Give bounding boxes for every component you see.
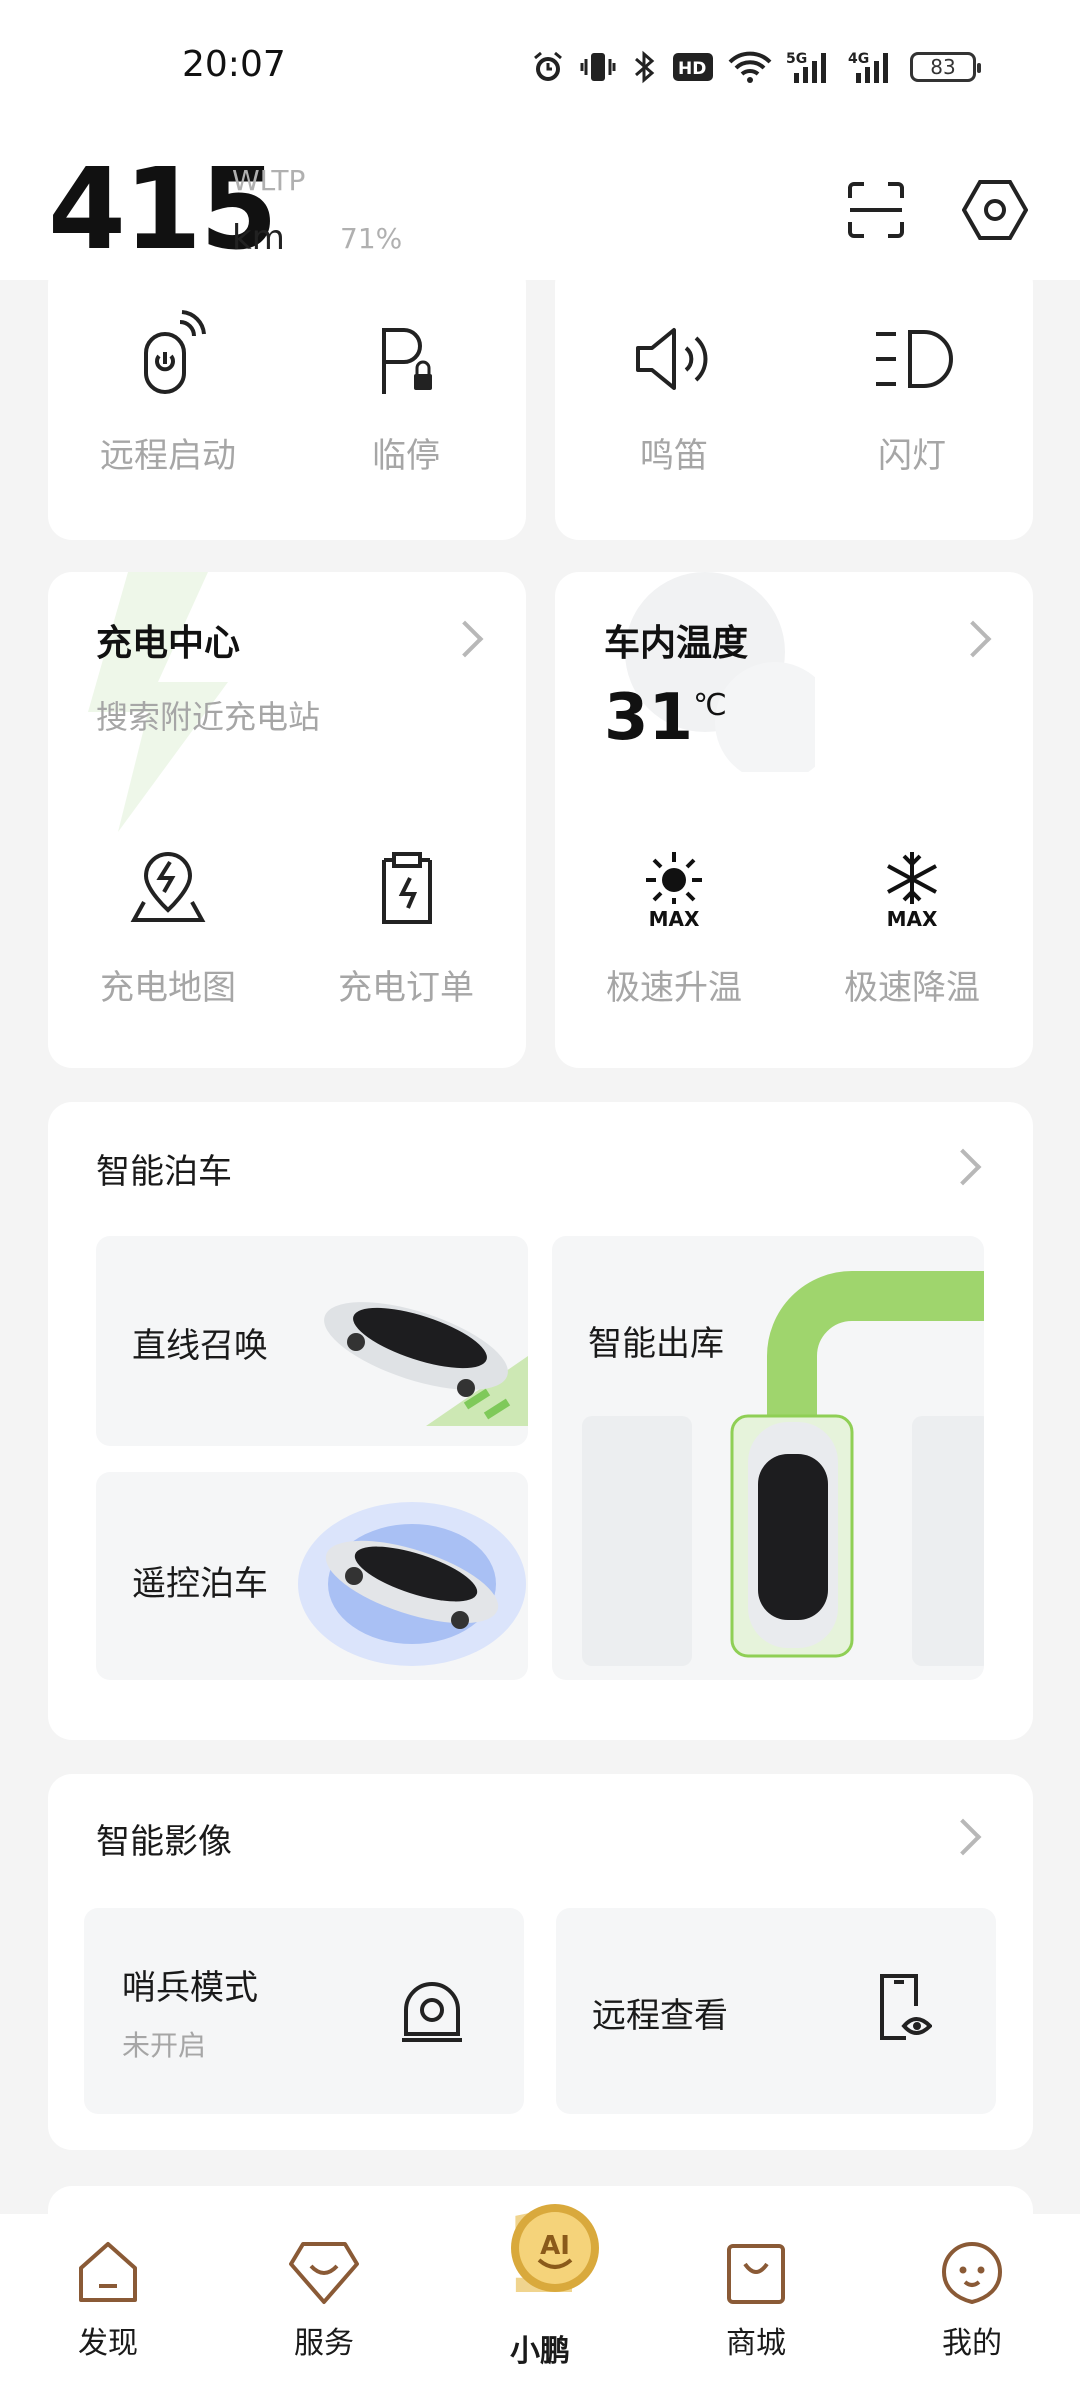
charging-center-title: 充电中心 — [96, 623, 241, 664]
max-cool-label: 极速降温 — [844, 968, 980, 1008]
remote-parking-label: 遥控泊车 — [132, 1564, 268, 1604]
max-cool-icon: MAX — [887, 852, 938, 930]
settings-icon[interactable] — [962, 178, 1028, 242]
cabin-temp-value: 31 — [604, 681, 694, 755]
profile-icon — [941, 2241, 1003, 2305]
charging-map-button[interactable]: 充电地图 — [68, 842, 268, 1022]
cabin-temp-unit: ℃ — [693, 688, 727, 723]
smart-imaging-title: 智能影像 — [96, 1822, 232, 1862]
climate-title: 车内温度 — [604, 623, 749, 664]
scan-icon[interactable] — [846, 180, 906, 240]
header-divider — [0, 276, 1080, 280]
nav-shop[interactable]: 商城 — [648, 2238, 864, 2388]
flash-lights-label: 闪灯 — [878, 436, 946, 476]
charging-subtitle: 搜索附近充电站 — [96, 698, 321, 736]
remote-start-label: 远程启动 — [100, 436, 236, 476]
car-exit-image — [582, 1271, 984, 1666]
charging-order-label: 充电订单 — [338, 968, 474, 1008]
shop-bag-icon — [727, 2244, 785, 2304]
temp-parking-label: 临停 — [372, 436, 440, 476]
ai-badge-text: AI — [540, 2231, 570, 2261]
straight-summon-tile[interactable]: 直线召唤 — [96, 1236, 528, 1446]
xpeng-ai-icon: 1 AI — [503, 2196, 599, 2306]
nav-shop-label: 商城 — [726, 2326, 786, 2361]
nav-me-label: 我的 — [942, 2326, 1002, 2361]
charging-map-icon — [130, 852, 206, 922]
remote-start-button[interactable]: 远程启动 — [68, 304, 268, 504]
charging-map-label: 充电地图 — [100, 968, 236, 1008]
charging-order-icon — [382, 852, 432, 924]
service-icon — [289, 2242, 359, 2304]
svg-text:4G: 4G — [848, 51, 869, 67]
range-standard: WLTP — [232, 164, 306, 197]
straight-summon-label: 直线召唤 — [132, 1326, 268, 1366]
nav-service[interactable]: 服务 — [216, 2238, 432, 2388]
smart-exit-tile[interactable]: 智能出库 — [552, 1236, 984, 1680]
range-unit: km — [232, 218, 285, 258]
remote-view-tile[interactable]: 远程查看 — [556, 1908, 996, 2114]
nav-discover[interactable]: 发现 — [0, 2238, 216, 2388]
bluetooth-icon — [635, 50, 655, 84]
max-cool-button[interactable]: MAX 极速降温 — [812, 842, 1012, 1022]
sentry-mode-tile[interactable]: 哨兵模式 未开启 — [84, 1908, 524, 2114]
charging-order-button[interactable]: 充电订单 — [306, 842, 506, 1022]
remote-start-icon — [144, 310, 206, 394]
battery-indicator: 83 — [910, 52, 981, 82]
remote-view-icon — [880, 1974, 932, 2040]
car-summon-image — [324, 1302, 528, 1426]
battery-percent: 71% — [340, 222, 403, 255]
remote-view-label: 远程查看 — [592, 1996, 728, 2036]
vibrate-icon — [580, 53, 616, 81]
wifi-icon — [728, 51, 772, 83]
max-heat-icon: MAX — [646, 852, 702, 930]
horn-label: 鸣笛 — [640, 436, 708, 476]
nav-service-label: 服务 — [294, 2326, 354, 2361]
svg-text:HD: HD — [678, 59, 706, 79]
horn-icon — [636, 328, 708, 390]
status-time: 20:07 — [182, 44, 286, 85]
smart-parking-title: 智能泊车 — [96, 1152, 232, 1192]
nav-xpeng-label: 小鹏 — [510, 2334, 570, 2369]
horn-button[interactable]: 鸣笛 — [574, 304, 774, 504]
hd-icon: HD — [673, 53, 713, 81]
max-cool-badge: MAX — [887, 907, 938, 930]
sentry-mode-label: 哨兵模式 — [122, 1968, 258, 2008]
sentry-mode-status: 未开启 — [122, 2029, 207, 2062]
signal-4g-icon: 4G — [848, 51, 888, 83]
home-icon — [79, 2242, 137, 2302]
cabin-temp: 31 ℃ — [604, 680, 727, 756]
temp-parking-icon — [382, 328, 432, 394]
status-icons: HD 5G 4G 83 — [530, 46, 981, 88]
max-heat-label: 极速升温 — [606, 968, 742, 1008]
svg-text:5G: 5G — [786, 51, 807, 67]
sentry-camera-icon — [402, 1982, 462, 2042]
nav-discover-label: 发现 — [78, 2326, 138, 2361]
remote-parking-tile[interactable]: 遥控泊车 — [96, 1472, 528, 1680]
max-heat-badge: MAX — [649, 907, 700, 930]
alarm-icon — [534, 51, 562, 81]
car-remote-image — [298, 1502, 526, 1666]
flash-lights-button[interactable]: 闪灯 — [812, 304, 1012, 504]
signal-5g-icon: 5G — [786, 51, 826, 83]
nav-xpeng[interactable]: 1 AI 小鹏 — [432, 2196, 648, 2388]
temp-parking-button[interactable]: 临停 — [306, 304, 506, 504]
nav-me[interactable]: 我的 — [864, 2238, 1080, 2388]
max-heat-button[interactable]: MAX 极速升温 — [574, 842, 774, 1022]
flash-lights-icon — [876, 330, 953, 388]
